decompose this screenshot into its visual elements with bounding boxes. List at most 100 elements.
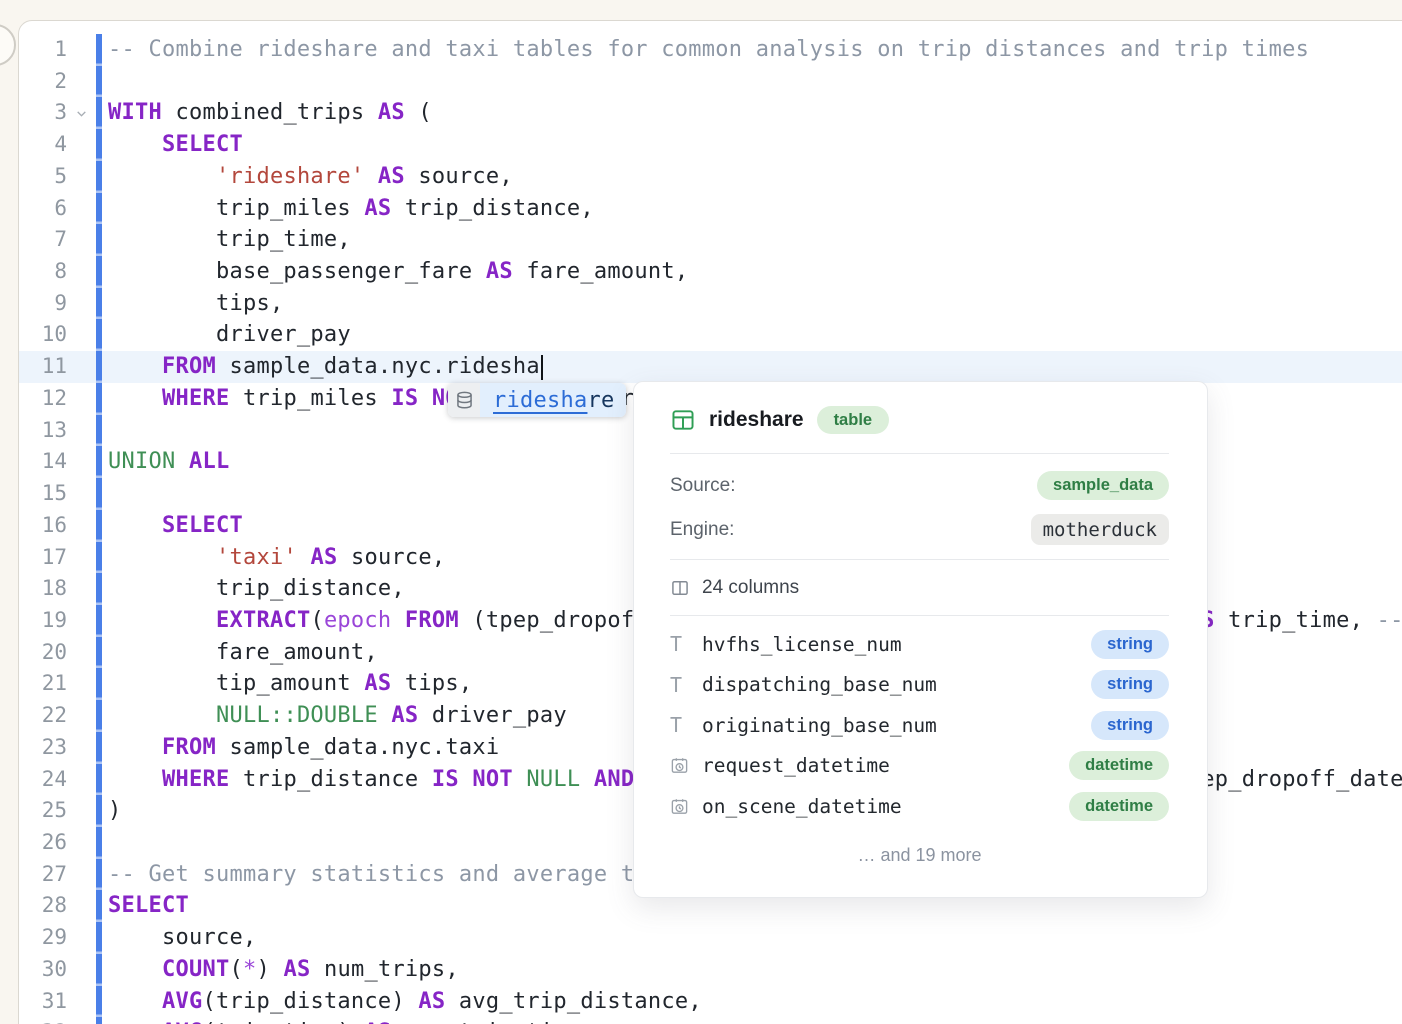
- text-type-icon: T: [670, 713, 702, 737]
- sql-editor-screen: 1 -- Combine rideshare and taxi tables fo…: [0, 0, 1402, 1024]
- line-number: 15: [19, 478, 67, 510]
- column-name: on_scene_datetime: [702, 795, 1069, 818]
- code-line-1[interactable]: 1 -- Combine rideshare and taxi tables fo…: [19, 34, 1402, 66]
- columns-icon: [670, 578, 690, 598]
- change-indicator-bar: [96, 66, 102, 98]
- code-text[interactable]: WITH combined_trips AS (: [102, 97, 1402, 129]
- line-number: 17: [19, 542, 67, 574]
- source-badge: sample_data: [1037, 471, 1169, 500]
- partial-circle-button[interactable]: [0, 24, 16, 66]
- table-name: rideshare: [709, 408, 804, 432]
- line-number: 32: [19, 1017, 67, 1024]
- source-row: Source: sample_data: [670, 470, 1169, 501]
- line-number: 26: [19, 827, 67, 859]
- line-number: 9: [19, 288, 67, 320]
- line-number: 6: [19, 193, 67, 225]
- table-icon: [670, 407, 696, 433]
- source-label: Source:: [670, 475, 735, 497]
- line-number: 5: [19, 161, 67, 193]
- code-line-11[interactable]: 11 FROM sample_data.nyc.ridesha: [19, 351, 1402, 383]
- columns-count-row: 24 columns: [670, 575, 1169, 601]
- column-type-badge: string: [1091, 630, 1169, 659]
- code-text[interactable]: SELECT: [102, 129, 1402, 161]
- line-number: 13: [19, 415, 67, 447]
- code-text[interactable]: -- Combine rideshare and taxi tables for…: [102, 34, 1402, 66]
- engine-label: Engine:: [670, 519, 734, 541]
- column-list: Thvfhs_license_numstringTdispatching_bas…: [670, 624, 1169, 827]
- column-row: on_scene_datetimedatetime: [670, 786, 1169, 827]
- calendar-clock-icon: [670, 797, 702, 816]
- code-line-32[interactable]: 32 AVG(trip_time) AS avg_trip_time,: [19, 1017, 1402, 1024]
- column-row: Tdispatching_base_numstring: [670, 665, 1169, 706]
- code-text[interactable]: trip_time,: [102, 224, 1402, 256]
- calendar-clock-icon: [670, 756, 702, 775]
- code-line-10[interactable]: 10 driver_pay: [19, 319, 1402, 351]
- code-text[interactable]: FROM sample_data.nyc.ridesha: [102, 351, 1402, 383]
- code-text[interactable]: driver_pay: [102, 319, 1402, 351]
- text-cursor: [541, 355, 543, 380]
- code-text[interactable]: AVG(trip_time) AS avg_trip_time,: [102, 1017, 1402, 1024]
- code-line-2[interactable]: 2: [19, 66, 1402, 98]
- code-line-8[interactable]: 8 base_passenger_fare AS fare_amount,: [19, 256, 1402, 288]
- code-text[interactable]: trip_miles AS trip_distance,: [102, 193, 1402, 225]
- code-line-3[interactable]: 3WITH combined_trips AS (: [19, 97, 1402, 129]
- code-text[interactable]: source,: [102, 922, 1402, 954]
- line-number: 10: [19, 319, 67, 351]
- change-indicator-bar: [96, 827, 102, 859]
- line-number: 25: [19, 795, 67, 827]
- code-line-29[interactable]: 29 source,: [19, 922, 1402, 954]
- code-text[interactable]: tips,: [102, 288, 1402, 320]
- line-number: 11: [19, 351, 67, 383]
- autocomplete-item-rideshare[interactable]: rideshare: [480, 383, 626, 417]
- column-row: Thvfhs_license_numstring: [670, 624, 1169, 665]
- code-text[interactable]: COUNT(*) AS num_trips,: [102, 954, 1402, 986]
- code-line-30[interactable]: 30 COUNT(*) AS num_trips,: [19, 954, 1402, 986]
- code-line-9[interactable]: 9 tips,: [19, 288, 1402, 320]
- line-number: 29: [19, 922, 67, 954]
- column-type-badge: datetime: [1069, 792, 1169, 821]
- table-type-badge: table: [817, 406, 890, 434]
- line-number: 20: [19, 637, 67, 669]
- column-type-badge: string: [1091, 670, 1169, 699]
- change-indicator-bar: [96, 478, 102, 510]
- line-number: 28: [19, 890, 67, 922]
- code-text[interactable]: base_passenger_fare AS fare_amount,: [102, 256, 1402, 288]
- column-name: originating_base_num: [702, 714, 1091, 737]
- database-icon: [448, 383, 480, 417]
- text-type-icon: T: [670, 673, 702, 697]
- line-number: 7: [19, 224, 67, 256]
- more-columns-note: … and 19 more: [670, 845, 1169, 866]
- engine-row: Engine: motherduck: [670, 514, 1169, 545]
- table-card-header: rideshare table: [670, 404, 1169, 436]
- line-number: 22: [19, 700, 67, 732]
- divider: [670, 453, 1169, 454]
- code-line-6[interactable]: 6 trip_miles AS trip_distance,: [19, 193, 1402, 225]
- line-number: 2: [19, 66, 67, 98]
- column-row: Toriginating_base_numstring: [670, 705, 1169, 746]
- code-line-31[interactable]: 31 AVG(trip_distance) AS avg_trip_distan…: [19, 986, 1402, 1018]
- line-number: 30: [19, 954, 67, 986]
- code-line-4[interactable]: 4 SELECT: [19, 129, 1402, 161]
- line-number: 4: [19, 129, 67, 161]
- code-line-5[interactable]: 5 'rideshare' AS source,: [19, 161, 1402, 193]
- columns-count: 24 columns: [702, 577, 799, 599]
- engine-badge: motherduck: [1031, 514, 1169, 545]
- code-text[interactable]: 'rideshare' AS source,: [102, 161, 1402, 193]
- line-number: 18: [19, 573, 67, 605]
- divider: [670, 615, 1169, 616]
- code-line-7[interactable]: 7 trip_time,: [19, 224, 1402, 256]
- column-type-badge: datetime: [1069, 751, 1169, 780]
- line-number: 24: [19, 764, 67, 796]
- change-indicator-bar: [96, 415, 102, 447]
- autocomplete-popup[interactable]: rideshare: [448, 383, 626, 417]
- column-row: request_datetimedatetime: [670, 746, 1169, 787]
- line-number: 19: [19, 605, 67, 637]
- table-info-card: rideshare table Source: sample_data Engi…: [633, 381, 1208, 898]
- chevron-down-icon[interactable]: [67, 107, 96, 120]
- line-number: 21: [19, 668, 67, 700]
- line-number: 1: [19, 34, 67, 66]
- code-text[interactable]: AVG(trip_distance) AS avg_trip_distance,: [102, 986, 1402, 1018]
- line-number: 23: [19, 732, 67, 764]
- column-name: hvfhs_license_num: [702, 633, 1091, 656]
- line-number: 14: [19, 446, 67, 478]
